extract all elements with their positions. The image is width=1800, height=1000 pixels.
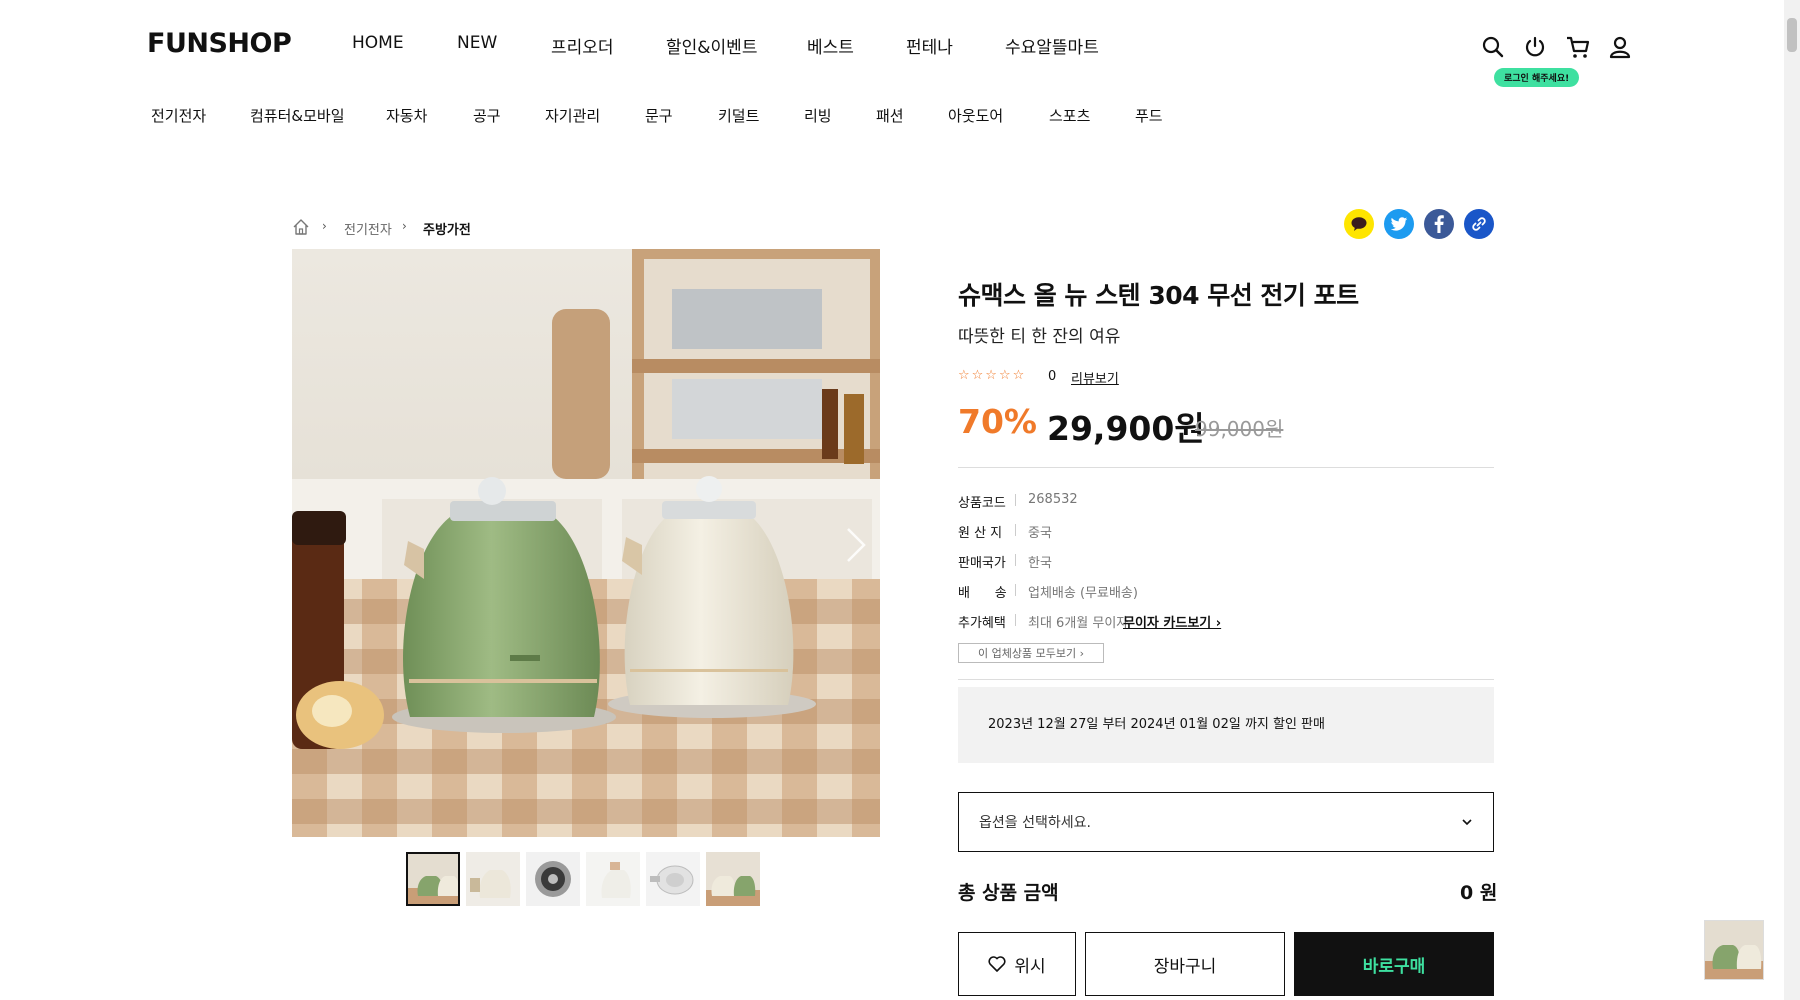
original-price: 99,000원 <box>1195 417 1284 441</box>
info-value-code: 268532 <box>1028 492 1078 507</box>
category-selfcare[interactable]: 자기관리 <box>545 105 600 126</box>
option-select[interactable]: 옵션을 선택하세요. <box>958 792 1494 852</box>
recent-item-thumbnail[interactable] <box>1704 920 1764 980</box>
site-logo[interactable]: FUNSHOP <box>147 28 292 59</box>
thumbnail-image[interactable] <box>646 852 700 906</box>
product-subtitle: 따뜻한 티 한 잔의 여유 <box>958 327 1121 347</box>
heart-icon <box>988 956 1006 972</box>
category-stationery[interactable]: 문구 <box>645 105 673 126</box>
category-car[interactable]: 자동차 <box>386 105 427 126</box>
category-outdoor[interactable]: 아웃도어 <box>948 105 1003 126</box>
facebook-icon[interactable] <box>1424 209 1454 239</box>
total-price-label: 총 상품 금액 <box>958 882 1059 904</box>
discount-rate: 70% <box>958 402 1037 441</box>
twitter-icon[interactable] <box>1384 209 1414 239</box>
category-tools[interactable]: 공구 <box>473 105 501 126</box>
info-label-code: 상품코드 <box>958 496 1006 511</box>
login-badge[interactable]: 로그인 해주세요! <box>1494 68 1580 87</box>
total-price-value: 0 원 <box>1460 882 1498 904</box>
kakaotalk-icon[interactable] <box>1344 209 1374 239</box>
sale-price: 29,900원 <box>1047 409 1205 448</box>
product-title: 슈맥스 올 뉴 스텐 304 무선 전기 포트 <box>958 281 1359 310</box>
review-count: 0 <box>1048 369 1057 384</box>
product-main-image[interactable] <box>292 249 880 837</box>
category-computer-mobile[interactable]: 컴퓨터&모바일 <box>250 105 345 126</box>
home-icon[interactable] <box>292 218 310 240</box>
chevron-right-icon: › <box>322 219 327 233</box>
divider <box>958 679 1494 680</box>
category-fashion[interactable]: 패션 <box>876 105 904 126</box>
installment-card-link[interactable]: 무이자 카드보기 › <box>1123 612 1221 631</box>
divider <box>1015 524 1016 536</box>
option-select-placeholder: 옵션을 선택하세요. <box>979 815 1091 831</box>
chevron-down-icon <box>1461 814 1473 830</box>
nav-home[interactable]: HOME <box>352 33 404 53</box>
thumbnail-image[interactable] <box>706 852 760 906</box>
rating-stars: ☆☆☆☆☆ <box>958 368 1027 383</box>
review-link[interactable]: 리뷰보기 <box>1071 368 1119 387</box>
info-value-benefit: 최대 6개월 무이자 <box>1028 616 1129 631</box>
thumbnail-image[interactable] <box>466 852 520 906</box>
divider <box>1015 494 1016 506</box>
page-scrollbar[interactable] <box>1784 0 1800 1000</box>
user-icon[interactable] <box>1607 34 1633 60</box>
info-value-country: 한국 <box>1028 556 1052 571</box>
thumbnail-image[interactable] <box>526 852 580 906</box>
thumbnail-image[interactable] <box>586 852 640 906</box>
nav-best[interactable]: 베스트 <box>807 33 854 58</box>
breadcrumb-level1[interactable]: 전기전자 <box>344 219 392 238</box>
info-label-benefit: 추가혜택 <box>958 616 1006 631</box>
divider <box>1015 584 1016 596</box>
info-label-shipping: 배 송 <box>958 586 1007 601</box>
buy-now-button[interactable]: 바로구매 <box>1294 932 1494 996</box>
link-icon[interactable] <box>1464 209 1494 239</box>
category-kidult[interactable]: 키덜트 <box>718 105 759 126</box>
cart-icon[interactable] <box>1565 34 1591 60</box>
thumbnail-image[interactable] <box>406 852 460 906</box>
nav-preorder[interactable]: 프리오더 <box>551 33 614 58</box>
divider <box>1015 614 1016 626</box>
scrollbar-thumb[interactable] <box>1787 18 1797 52</box>
nav-new[interactable]: NEW <box>457 33 497 53</box>
category-food[interactable]: 푸드 <box>1135 105 1163 126</box>
divider <box>958 467 1494 468</box>
nav-sale-event[interactable]: 할인&이벤트 <box>666 33 757 58</box>
info-label-origin: 원 산 지 <box>958 526 1003 541</box>
info-label-country: 판매국가 <box>958 556 1006 571</box>
info-value-shipping: 업체배송 (무료배송) <box>1028 586 1138 601</box>
info-value-origin: 중국 <box>1028 526 1052 541</box>
category-electronics[interactable]: 전기전자 <box>151 105 206 126</box>
sale-period-notice: 2023년 12월 27일 부터 2024년 01월 02일 까지 할인 판매 <box>958 687 1494 763</box>
nav-thrift-mart[interactable]: 수요알뜰마트 <box>1005 33 1099 58</box>
add-to-cart-button[interactable]: 장바구니 <box>1085 932 1285 996</box>
wish-label: 위시 <box>1014 956 1046 977</box>
nav-funtena[interactable]: 펀테나 <box>906 33 953 58</box>
wish-button[interactable]: 위시 <box>958 932 1076 996</box>
divider <box>1015 554 1016 566</box>
category-living[interactable]: 리빙 <box>804 105 832 126</box>
chevron-right-icon: › <box>402 219 407 233</box>
category-sports[interactable]: 스포츠 <box>1049 105 1090 126</box>
search-icon[interactable] <box>1480 34 1506 60</box>
power-icon[interactable] <box>1522 34 1548 60</box>
breadcrumb-level2[interactable]: 주방가전 <box>423 219 471 238</box>
vendor-products-button[interactable]: 이 업체상품 모두보기 › <box>958 643 1104 663</box>
